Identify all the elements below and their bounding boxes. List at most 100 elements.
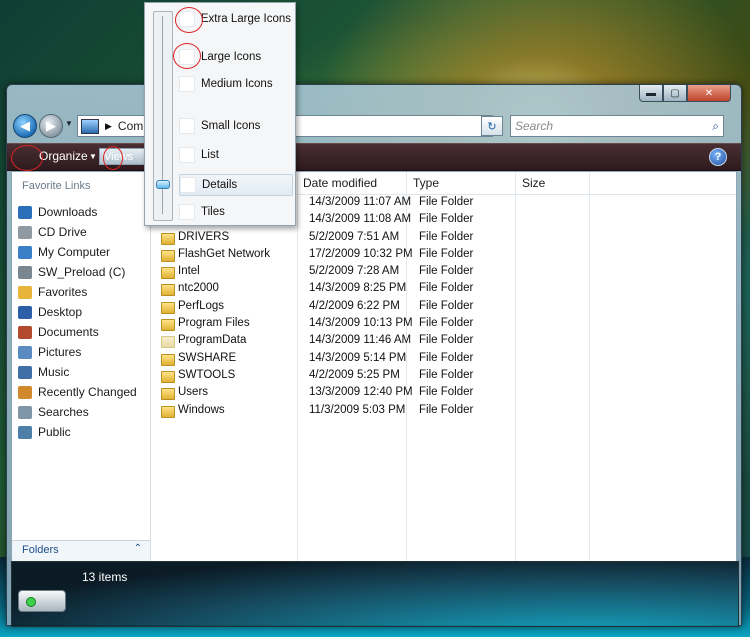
file-type: File Folder	[419, 213, 474, 226]
view-slider[interactable]	[153, 11, 173, 221]
item-count: 13 items	[82, 570, 128, 584]
table-row[interactable]: SWTOOLS 4/2/2009 5:25 PM File Folder	[151, 367, 736, 384]
file-name[interactable]: ntc2000	[178, 282, 219, 294]
folder-icon	[161, 249, 175, 262]
sidebar-item[interactable]: Pictures	[16, 342, 137, 362]
file-date: 5/2/2009 7:28 AM	[309, 265, 400, 278]
sidebar-item[interactable]: Desktop	[16, 302, 137, 322]
sidebar-item[interactable]: My Computer	[16, 242, 137, 262]
file-name[interactable]: DRIVERS	[178, 231, 229, 243]
forward-button[interactable]: ▶	[39, 114, 63, 138]
table-row[interactable]: Program Files 14/3/2009 10:13 PM File Fold…	[151, 315, 736, 332]
sidebar-item-label: SW_Preload (C)	[38, 265, 126, 279]
file-name[interactable]: Program Files	[178, 317, 250, 329]
table-row[interactable]: Intel 5/2/2009 7:28 AM File Folder	[151, 263, 736, 280]
public-icon	[18, 425, 32, 439]
sidebar-item-label: Downloads	[38, 205, 98, 219]
view-option-label: Details	[202, 179, 238, 191]
hard-drive-icon	[18, 265, 32, 279]
file-name[interactable]: FlashGet Network	[178, 248, 270, 260]
sidebar-item-label: Public	[38, 425, 71, 439]
column-type[interactable]: Type	[413, 176, 439, 190]
folders-toggle[interactable]: Folders ⌃	[12, 540, 150, 561]
folders-label: Folders	[22, 544, 59, 556]
refresh-button[interactable]: ↻	[481, 116, 503, 136]
file-name[interactable]: SWSHARE	[178, 352, 236, 364]
file-name[interactable]: PerfLogs	[178, 300, 224, 312]
search-icon	[18, 405, 32, 419]
folder-icon	[161, 405, 175, 418]
view-option-medium-icons[interactable]: Medium Icons	[179, 74, 291, 94]
column-date-modified[interactable]: Date modified	[303, 176, 377, 190]
file-type: File Folder	[419, 317, 474, 330]
sidebar-item[interactable]: SW_Preload (C)	[16, 262, 137, 282]
file-type: File Folder	[419, 196, 474, 208]
sidebar-item[interactable]: Searches	[16, 402, 137, 422]
folder-icon	[161, 284, 175, 297]
annotation-circle	[11, 145, 43, 171]
table-row[interactable]: Users 13/3/2009 12:40 PM File Folder	[151, 384, 736, 401]
file-date: 11/3/2009 5:03 PM	[309, 403, 406, 416]
close-button[interactable]: ✕	[687, 85, 731, 102]
file-type: File Folder	[419, 403, 474, 416]
file-date: 14/3/2009 11:07 AM	[309, 196, 412, 208]
table-row[interactable]: ProgramData 14/3/2009 11:46 AM File Folder	[151, 332, 736, 349]
sidebar-item[interactable]: Downloads	[16, 202, 137, 222]
view-option-small-icons[interactable]: Small Icons	[179, 116, 291, 136]
help-icon[interactable]: ?	[709, 148, 727, 166]
sidebar-item[interactable]: Public	[16, 422, 137, 442]
view-option-details[interactable]: Details	[179, 174, 293, 196]
minimize-button[interactable]: ▬	[639, 85, 663, 102]
column-divider[interactable]	[297, 172, 298, 194]
file-name[interactable]: Users	[178, 386, 208, 398]
sidebar-item[interactable]: Documents	[16, 322, 137, 342]
slider-thumb[interactable]	[156, 180, 170, 189]
chevron-up-icon[interactable]: ⌃	[134, 543, 142, 554]
search-input[interactable]: Search ⌕	[510, 115, 724, 137]
organize-dropdown-icon[interactable]: ▼	[89, 152, 97, 161]
file-name[interactable]: Intel	[178, 265, 200, 277]
command-bar: Organize ▼ Views ?	[7, 143, 741, 171]
file-name[interactable]: Windows	[178, 404, 225, 416]
table-row[interactable]: Windows 11/3/2009 5:03 PM File Folder	[151, 402, 736, 419]
column-divider[interactable]	[515, 172, 516, 194]
file-name[interactable]: SWTOOLS	[178, 369, 235, 381]
view-option-label: Extra Large Icons	[200, 13, 291, 25]
folder-icon	[161, 353, 175, 366]
file-date: 4/2/2009 5:25 PM	[309, 368, 400, 381]
table-row[interactable]: FlashGet Network 17/2/2009 10:32 PM File F…	[151, 246, 736, 263]
table-row[interactable]: SWSHARE 14/3/2009 5:14 PM File Folder	[151, 350, 736, 367]
annotation-circle	[175, 7, 203, 33]
column-divider[interactable]	[406, 172, 407, 194]
sidebar-item[interactable]: CD Drive	[16, 222, 137, 242]
medium-icons-view-icon	[179, 76, 195, 92]
folder-icon	[161, 370, 175, 383]
column-size[interactable]: Size	[522, 176, 545, 190]
file-date: 14/3/2009 11:08 AM	[309, 213, 412, 226]
sidebar-item[interactable]: Recently Changed	[16, 382, 137, 402]
file-type: File Folder	[419, 368, 474, 381]
explorer-window: ▬ ▢ ✕ ◀ ▶ ▼ ▶ Comp ▼ ↻ Search ⌕ Organize…	[6, 84, 742, 627]
organize-button[interactable]: Organize	[39, 149, 88, 163]
folder-icon	[161, 232, 175, 245]
maximize-button[interactable]: ▢	[663, 85, 687, 102]
file-date: 5/2/2009 7:51 AM	[309, 230, 400, 243]
sidebar-item[interactable]: Music	[16, 362, 137, 382]
search-icon[interactable]: ⌕	[712, 119, 719, 134]
sidebar-item[interactable]: Favorites	[16, 282, 137, 302]
sidebar-item-label: Desktop	[38, 305, 83, 319]
table-row[interactable]: ntc2000 14/3/2009 8:25 PM File Folder	[151, 280, 736, 297]
file-date: 14/3/2009 11:46 AM	[309, 334, 412, 347]
recent-pages-dropdown[interactable]: ▼	[65, 119, 73, 128]
file-name[interactable]: ProgramData	[178, 334, 246, 346]
back-button[interactable]: ◀	[13, 114, 37, 138]
table-row[interactable]: PerfLogs 4/2/2009 6:22 PM File Folder	[151, 298, 736, 315]
column-divider[interactable]	[589, 172, 590, 194]
breadcrumb-separator-icon[interactable]: ▶	[105, 121, 112, 132]
view-option-list[interactable]: List	[179, 145, 291, 165]
view-option-tiles[interactable]: Tiles	[179, 202, 291, 222]
details-view-icon	[180, 177, 196, 193]
search-placeholder: Search	[515, 119, 554, 133]
hard-drive-icon	[18, 590, 66, 612]
table-row[interactable]: DRIVERS 5/2/2009 7:51 AM File Folder	[151, 229, 736, 246]
